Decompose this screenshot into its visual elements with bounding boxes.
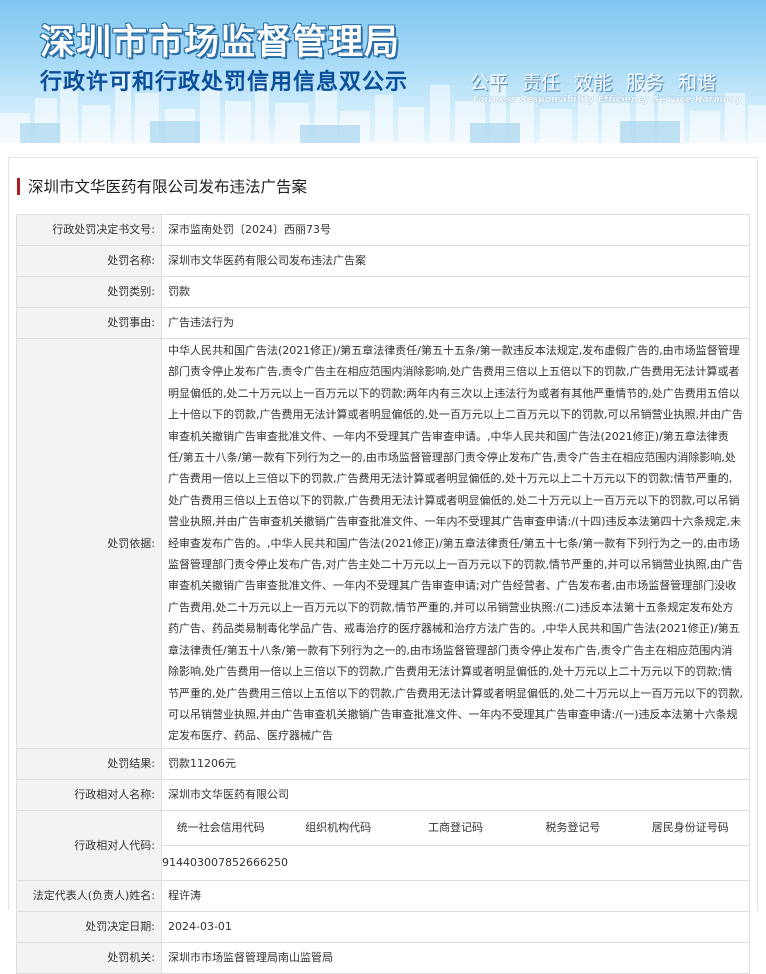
value-counterparty-name: 深圳市文华医药有限公司 [161, 778, 750, 811]
counterparty-code-table: 统一社会信用代码 组织机构代码 工商登记码 税务登记号 居民身份证号码 9144… [162, 810, 749, 880]
header-tax-reg-no: 税务登记号 [514, 810, 632, 846]
case-panel: 深圳市文华医药有限公司发布违法广告案 行政处罚决定书文号: 深市监南处罚〔202… [8, 157, 758, 974]
value-penalty-basis: 中华人民共和国广告法(2021修正)/第五章法律责任/第五十五条/第一款违反本法… [161, 338, 750, 749]
row-penalty-type: 处罚类别: 罚款 [16, 276, 750, 308]
row-penalty-name: 处罚名称: 深圳市文华医药有限公司发布违法广告案 [16, 245, 750, 277]
value-decision-no: 深市监南处罚〔2024〕西丽73号 [161, 214, 750, 246]
header-credit-code: 统一社会信用代码 [162, 810, 280, 846]
label-authority: 处罚机关: [16, 941, 162, 974]
label-penalty-result: 处罚结果: [16, 747, 162, 780]
row-penalty-basis: 处罚依据: 中华人民共和国广告法(2021修正)/第五章法律责任/第五十五条/第… [16, 338, 750, 749]
value-id-number [632, 845, 749, 880]
value-authority: 深圳市市场监督管理局南山监管局 [161, 941, 750, 974]
slogan: 公平 责任 效能 服务 和谐 [470, 72, 717, 94]
code-header-row: 统一社会信用代码 组织机构代码 工商登记码 税务登记号 居民身份证号码 [162, 810, 749, 846]
row-counterparty-name: 行政相对人名称: 深圳市文华医药有限公司 [16, 778, 750, 811]
site-title: 深圳市市场监督管理局 [40, 23, 401, 63]
value-tax-reg-no [514, 845, 631, 880]
label-penalty-basis: 处罚依据: [16, 338, 162, 749]
header-business-reg-code: 工商登记码 [396, 810, 515, 846]
row-authority: 处罚机关: 深圳市市场监督管理局南山监管局 [16, 941, 750, 974]
counterparty-code-cell: 统一社会信用代码 组织机构代码 工商登记码 税务登记号 居民身份证号码 9144… [161, 809, 750, 881]
label-legal-rep: 法定代表人(负责人)姓名: [16, 879, 162, 912]
row-penalty-reason: 处罚事由: 广告违法行为 [16, 307, 750, 339]
value-decision-date: 2024-03-01 [161, 910, 750, 943]
header-id-number: 居民身份证号码 [631, 810, 749, 846]
row-legal-rep: 法定代表人(负责人)姓名: 程许涛 [16, 879, 750, 912]
case-title: 深圳市文华医药有限公司发布违法广告案 [28, 178, 308, 196]
value-penalty-reason: 广告违法行为 [161, 307, 750, 339]
label-counterparty-code: 行政相对人代码: [16, 809, 162, 881]
row-penalty-result: 处罚结果: 罚款11206元 [16, 747, 750, 780]
label-decision-date: 处罚决定日期: [16, 910, 162, 943]
value-penalty-type: 罚款 [161, 276, 750, 308]
value-credit-code: 914403007852666250 [162, 855, 288, 869]
site-subtitle: 行政许可和行政处罚信用信息双公示 [40, 70, 409, 95]
label-decision-no: 行政处罚决定书文号: [16, 214, 162, 246]
heading-accent-bar [17, 177, 20, 195]
row-decision-no: 行政处罚决定书文号: 深市监南处罚〔2024〕西丽73号 [16, 214, 750, 246]
header-org-code: 组织机构代码 [279, 810, 397, 846]
case-info-table: 行政处罚决定书文号: 深市监南处罚〔2024〕西丽73号 处罚名称: 深圳市文华… [16, 214, 750, 974]
row-decision-date: 处罚决定日期: 2024-03-01 [16, 910, 750, 943]
value-org-code [279, 845, 396, 880]
value-penalty-name: 深圳市文华医药有限公司发布违法广告案 [161, 245, 750, 277]
case-heading: 深圳市文华医药有限公司发布违法广告案 [17, 175, 307, 197]
row-counterparty-code: 行政相对人代码: 统一社会信用代码 组织机构代码 工商登记码 税务登记号 居民身… [16, 809, 750, 881]
header-banner: 深圳市市场监督管理局 行政许可和行政处罚信用信息双公示 公平 责任 效能 服务 … [0, 0, 766, 143]
value-business-reg-code [397, 845, 514, 880]
code-value-row: 914403007852666250 [162, 845, 749, 880]
slogan-english: Fairness Responsibility Efficiency Servi… [473, 95, 742, 105]
label-penalty-name: 处罚名称: [16, 245, 162, 277]
label-counterparty-name: 行政相对人名称: [16, 778, 162, 811]
value-penalty-result: 罚款11206元 [161, 747, 750, 780]
value-legal-rep: 程许涛 [161, 879, 750, 912]
label-penalty-reason: 处罚事由: [16, 307, 162, 339]
label-penalty-type: 处罚类别: [16, 276, 162, 308]
